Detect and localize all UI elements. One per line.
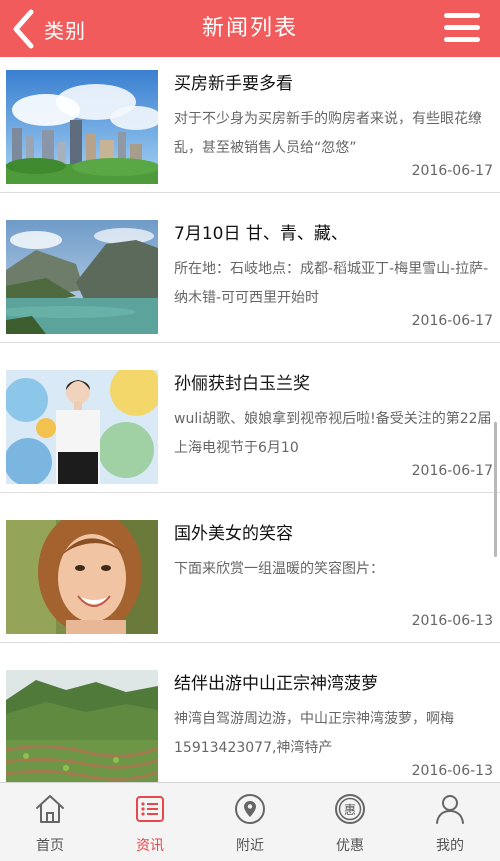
discount-icon: 惠 <box>335 794 365 824</box>
news-icon <box>136 796 164 822</box>
tab-home[interactable]: 首页 <box>0 783 100 861</box>
tab-discount[interactable]: 惠 优惠 <box>300 783 400 861</box>
divider <box>0 492 500 493</box>
news-item[interactable]: 结伴出游中山正宗神湾菠萝 神湾自驾游周边游，中山正宗神湾菠萝，啊梅1591342… <box>0 661 500 782</box>
svg-text:惠: 惠 <box>344 803 356 817</box>
news-thumbnail-award-woman <box>6 370 158 484</box>
news-title: 7月10日 甘、青、藏、 <box>174 224 348 244</box>
home-icon <box>36 795 64 823</box>
menu-icon-bar-bottom <box>444 37 480 42</box>
menu-icon-bar-middle <box>444 25 480 30</box>
divider <box>0 342 500 343</box>
news-title: 结伴出游中山正宗神湾菠萝 <box>174 674 378 694</box>
news-thumbnail-pineapple-hills <box>6 670 158 782</box>
news-summary: 神湾自驾游周边游，中山正宗神湾菠萝，啊梅15913423077,神湾特产 <box>174 711 454 756</box>
news-title: 买房新手要多看 <box>174 74 293 94</box>
chevron-left-icon <box>13 9 34 49</box>
news-date: 2016-06-17 <box>405 307 493 336</box>
tab-label: 首页 <box>36 838 64 854</box>
news-item[interactable]: 国外美女的笑容 下面来欣赏一组温暖的笑容图片： 2016-06-13 <box>0 511 500 636</box>
news-date: 2016-06-17 <box>405 457 493 486</box>
menu-icon-bar-top <box>444 13 480 18</box>
bottom-tab-bar: 首页 资讯 附近 惠 优惠 我的 <box>0 782 500 861</box>
news-summary: 下面来欣赏一组温暖的笑容图片： <box>174 561 384 577</box>
location-icon <box>235 794 265 824</box>
news-title: 孙俪获封白玉兰奖 <box>174 374 310 394</box>
news-list: 买房新手要多看 对于不少身为买房新手的购房者来说，有些眼花缭乱，甚至被销售人员给… <box>0 57 500 782</box>
divider <box>0 192 500 193</box>
news-summary: wuli胡歌、娘娘拿到视帝视后啦!备受关注的第22届上海电视节于6月10 <box>174 411 492 456</box>
news-date: 2016-06-13 <box>405 607 493 636</box>
tab-label: 优惠 <box>336 838 364 854</box>
top-bar: 类别 新闻列表 <box>0 0 500 57</box>
tab-news[interactable]: 资讯 <box>100 783 200 861</box>
news-thumbnail-city-skyline <box>6 70 158 184</box>
tab-label: 资讯 <box>136 838 164 854</box>
news-item[interactable]: 买房新手要多看 对于不少身为买房新手的购房者来说，有些眼花缭乱，甚至被销售人员给… <box>0 61 500 186</box>
back-label: 类别 <box>44 18 86 43</box>
tab-mine[interactable]: 我的 <box>400 783 500 861</box>
menu-button[interactable] <box>444 11 480 45</box>
list-scrollbar[interactable] <box>494 422 497 557</box>
user-icon <box>436 795 464 824</box>
news-thumbnail-smiling-woman <box>6 520 158 634</box>
news-item[interactable]: 孙俪获封白玉兰奖 wuli胡歌、娘娘拿到视帝视后啦!备受关注的第22届上海电视节… <box>0 361 500 486</box>
news-title: 国外美女的笑容 <box>174 524 293 544</box>
back-button[interactable]: 类别 <box>12 8 86 50</box>
news-thumbnail-river-gorge <box>6 220 158 334</box>
divider <box>0 642 500 643</box>
news-date: 2016-06-13 <box>405 757 493 782</box>
tab-label: 我的 <box>436 838 464 854</box>
tab-label: 附近 <box>236 838 264 854</box>
news-item[interactable]: 7月10日 甘、青、藏、 所在地：石岐地点：成都-稻城亚丁-梅里雪山-拉萨-纳木… <box>0 211 500 336</box>
tab-nearby[interactable]: 附近 <box>200 783 300 861</box>
news-summary: 所在地：石岐地点：成都-稻城亚丁-梅里雪山-拉萨-纳木错-可可西里开始时 <box>174 261 489 306</box>
news-date: 2016-06-17 <box>405 157 493 186</box>
news-summary: 对于不少身为买房新手的购房者来说，有些眼花缭乱，甚至被销售人员给“忽悠” <box>174 111 482 156</box>
